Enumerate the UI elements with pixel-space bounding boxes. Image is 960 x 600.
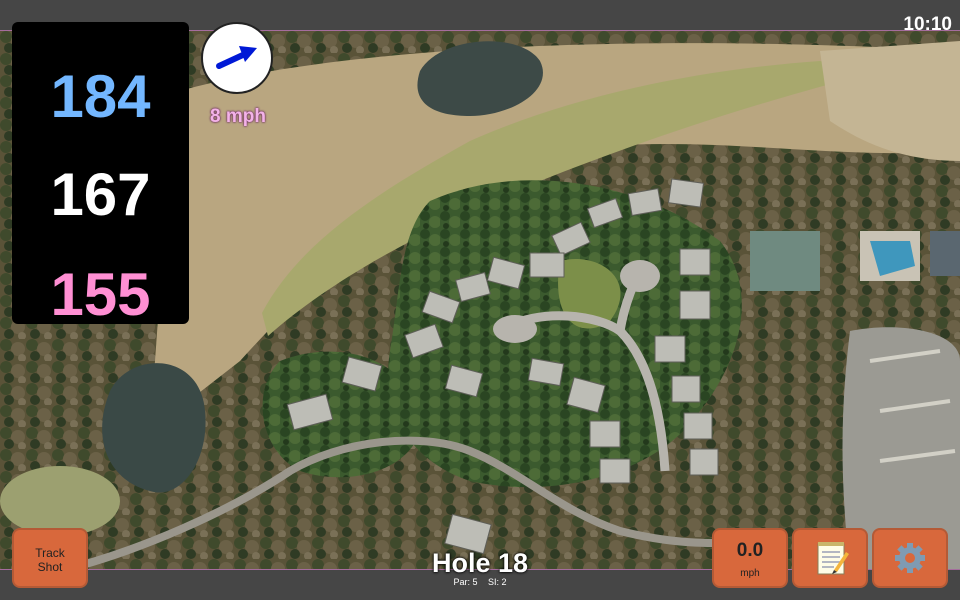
track-shot-label-line2: Shot [37, 560, 63, 574]
wind-speed: 8 mph [210, 106, 266, 127]
speed-unit: mph [740, 568, 760, 579]
wind-direction-arrow-icon [216, 46, 257, 69]
distance-middle: 167 [50, 161, 151, 228]
gear-icon [895, 543, 925, 573]
track-shot-button[interactable]: Track Shot [12, 528, 88, 588]
hole-title: Hole 18 [431, 548, 529, 578]
stroke-index-label: SI: 2 [488, 577, 507, 587]
notes-button[interactable] [792, 528, 868, 588]
speed-value: 0.0 [736, 540, 764, 561]
notepad-icon [817, 542, 849, 575]
par-label: Par: 5 [453, 577, 478, 587]
distance-back: 184 [50, 63, 151, 130]
hole-details: Par: 5 SI: 2 [380, 577, 580, 587]
distance-panel: 184 167 155 [12, 22, 189, 328]
speed-button[interactable]: 0.0 mph [712, 528, 788, 588]
track-shot-label-line1: Track [35, 546, 65, 560]
distance-front: 155 [50, 261, 151, 328]
settings-button[interactable] [872, 528, 948, 588]
wind-indicator [201, 22, 273, 94]
